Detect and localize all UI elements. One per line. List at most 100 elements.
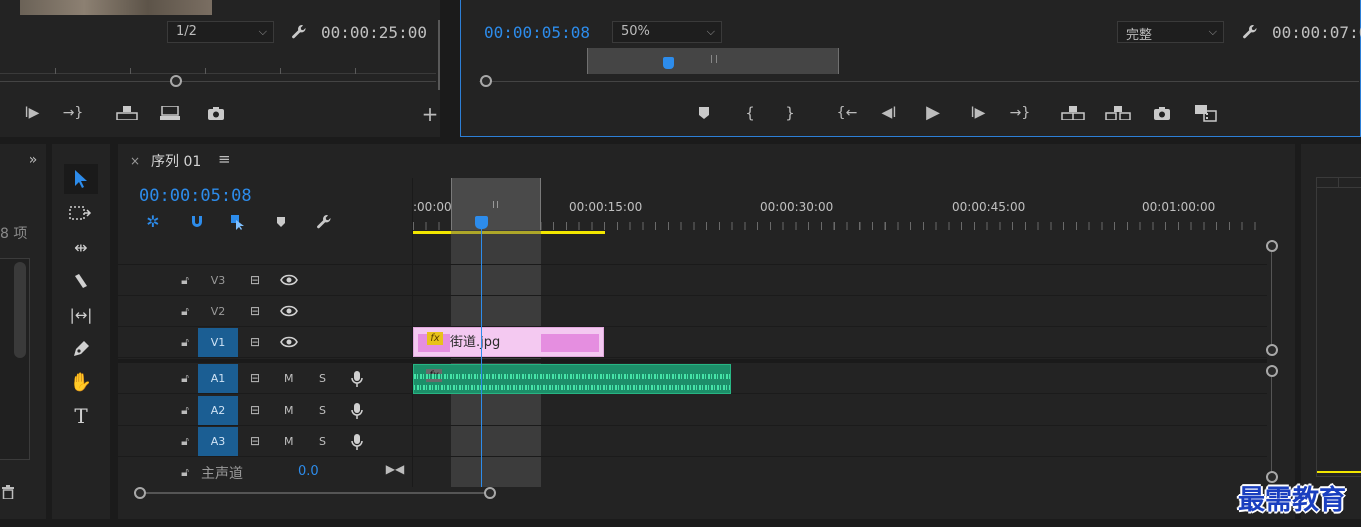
fx-badge[interactable]: fx	[427, 332, 443, 345]
track-target-a3[interactable]: A3	[198, 427, 238, 456]
track-target-v1[interactable]: V1	[198, 328, 238, 357]
go-to-edit-point-icon[interactable]: ▶◀	[386, 461, 404, 477]
expand-panels-icon[interactable]: »	[24, 152, 42, 168]
lock-icon[interactable]: 🔓︎	[178, 464, 192, 480]
linked-selection-icon[interactable]	[228, 212, 248, 232]
program-ruler[interactable]	[461, 48, 1360, 74]
source-ruler[interactable]	[0, 60, 436, 74]
playhead-line[interactable]	[481, 226, 482, 487]
step-back-icon[interactable]: ◀I	[878, 104, 900, 122]
mute-button[interactable]: M	[284, 404, 294, 417]
mute-button[interactable]: M	[284, 372, 294, 385]
mute-button[interactable]: M	[284, 435, 294, 448]
track-target-a1[interactable]: A1	[198, 364, 238, 393]
program-timecode[interactable]: 00:00:05:08	[484, 23, 590, 42]
timeline-zoom-right-handle[interactable]	[484, 487, 496, 499]
sync-lock-icon[interactable]: ⊟	[246, 370, 264, 386]
snap-icon[interactable]	[187, 212, 207, 232]
wrench-icon[interactable]	[1240, 22, 1260, 42]
go-to-in-icon[interactable]: {←	[835, 104, 859, 122]
add-button-icon[interactable]: +	[420, 104, 440, 124]
master-volume-value[interactable]: 0.0	[298, 464, 319, 479]
ripple-edit-tool-icon[interactable]: ⇹	[64, 232, 98, 262]
nest-sequence-icon[interactable]: ✲	[143, 212, 163, 232]
slip-tool-icon[interactable]: |↔|	[64, 300, 98, 330]
eye-icon[interactable]	[279, 272, 299, 288]
step-forward-icon[interactable]: I▶	[967, 104, 989, 122]
source-zoom-bar[interactable]	[0, 81, 436, 82]
track-target-v3[interactable]: V3	[198, 266, 238, 295]
track-target-v2[interactable]: V2	[198, 297, 238, 326]
solo-button[interactable]: S	[319, 372, 326, 385]
timeline-timecode[interactable]: 00:00:05:08	[139, 186, 252, 206]
extract-icon[interactable]	[1104, 104, 1132, 122]
type-tool-icon[interactable]: T	[64, 401, 98, 431]
mark-in-icon[interactable]: {	[741, 104, 759, 122]
timeline-zoom-bar[interactable]	[139, 492, 490, 494]
work-area-grip[interactable]	[493, 201, 498, 208]
camera-icon[interactable]	[1151, 104, 1173, 122]
audio-scroll-top-handle[interactable]	[1266, 365, 1278, 377]
lock-icon[interactable]: 🔓︎	[178, 303, 192, 319]
eye-icon[interactable]	[279, 303, 299, 319]
step-forward-icon[interactable]: I▶	[22, 104, 42, 122]
program-work-area-grip[interactable]	[711, 55, 717, 63]
add-marker-icon[interactable]	[694, 104, 714, 122]
audio-clip[interactable]: fx	[413, 364, 731, 394]
track-target-a2[interactable]: A2	[198, 396, 238, 425]
solo-button[interactable]: S	[319, 404, 326, 417]
timeline-ruler[interactable]: :00:00 00:00:15:00 00:00:30:00 00:00:45:…	[413, 178, 1267, 234]
sync-lock-icon[interactable]: ⊟	[246, 334, 264, 350]
lift-icon[interactable]	[1060, 104, 1086, 122]
audio-scrollbar[interactable]	[1271, 377, 1272, 471]
program-zoom-bar[interactable]	[479, 81, 1359, 82]
video-scroll-top-handle[interactable]	[1266, 240, 1278, 252]
add-marker-icon[interactable]	[273, 213, 289, 231]
project-scrollbar[interactable]	[14, 262, 26, 358]
sync-lock-icon[interactable]: ⊟	[246, 303, 264, 319]
sequence-tab[interactable]: 序列 01	[151, 151, 201, 171]
overwrite-icon[interactable]	[158, 104, 182, 122]
sync-lock-icon[interactable]: ⊟	[246, 402, 264, 418]
timeline-zoom-left-handle[interactable]	[134, 487, 146, 499]
program-zoom-handle[interactable]	[480, 75, 492, 87]
video-scrollbar[interactable]	[1271, 252, 1272, 344]
program-playhead[interactable]	[663, 57, 674, 69]
close-icon[interactable]: ×	[130, 154, 140, 168]
lock-icon[interactable]: 🔓︎	[178, 370, 192, 386]
source-zoom-handle[interactable]	[170, 75, 182, 87]
microphone-icon[interactable]	[348, 433, 366, 451]
solo-button[interactable]: S	[319, 435, 326, 448]
insert-icon[interactable]	[115, 104, 139, 122]
go-to-out-icon[interactable]: →}	[1008, 104, 1032, 122]
mark-out-icon[interactable]: }	[781, 104, 799, 122]
compare-view-icon[interactable]	[1193, 103, 1219, 123]
selection-tool-icon[interactable]	[64, 164, 98, 194]
panel-menu-icon[interactable]: ≡	[218, 150, 231, 168]
pen-tool-icon[interactable]	[64, 334, 98, 364]
trash-icon[interactable]	[0, 483, 16, 501]
playhead-handle[interactable]	[475, 216, 488, 229]
source-zoom-select[interactable]: 1/2 ⌵	[167, 21, 274, 43]
sync-lock-icon[interactable]: ⊟	[246, 272, 264, 288]
microphone-icon[interactable]	[348, 370, 366, 388]
lock-icon[interactable]: 🔓︎	[178, 334, 192, 350]
lock-icon[interactable]: 🔓︎	[178, 272, 192, 288]
wrench-icon[interactable]	[289, 22, 309, 42]
eye-icon[interactable]	[279, 334, 299, 350]
lock-icon[interactable]: 🔓︎	[178, 433, 192, 449]
play-icon[interactable]: ▶	[922, 102, 944, 124]
sync-lock-icon[interactable]: ⊟	[246, 433, 264, 449]
lock-icon[interactable]: 🔓︎	[178, 402, 192, 418]
wrench-icon[interactable]	[314, 212, 334, 232]
razor-tool-icon[interactable]	[64, 266, 98, 296]
video-scroll-bottom-handle[interactable]	[1266, 344, 1278, 356]
video-clip[interactable]: fx 街道.jpg	[413, 327, 604, 357]
hand-tool-icon[interactable]: ✋	[64, 367, 98, 397]
track-select-tool-icon[interactable]	[64, 198, 98, 228]
microphone-icon[interactable]	[348, 402, 366, 420]
go-to-out-icon[interactable]: →}	[63, 104, 84, 122]
camera-icon[interactable]	[205, 104, 227, 122]
quality-select[interactable]: 完整 ⌵	[1117, 21, 1224, 43]
program-zoom-select[interactable]: 50% ⌵	[612, 21, 722, 43]
